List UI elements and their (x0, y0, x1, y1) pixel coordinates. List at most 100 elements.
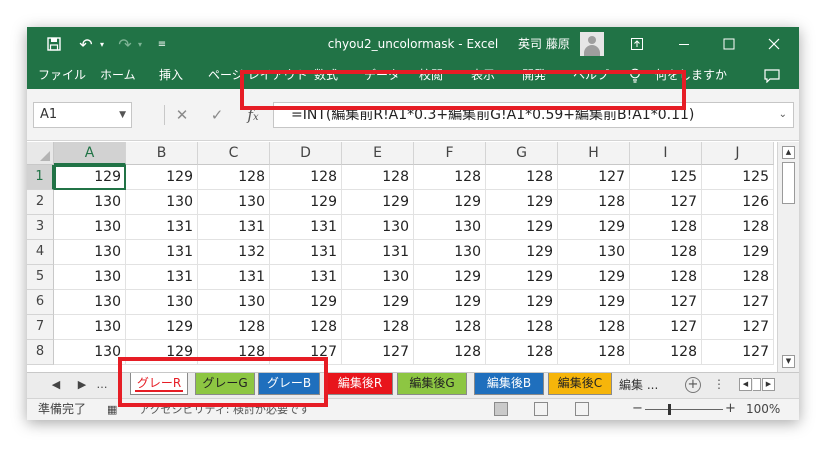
column-header-f[interactable]: F (414, 142, 486, 165)
redo-icon[interactable]: ↷ (115, 27, 135, 61)
column-header-a[interactable]: A (54, 142, 126, 165)
cell-a2[interactable]: 130 (54, 190, 126, 215)
user-avatar[interactable] (580, 32, 604, 56)
cell-h6[interactable]: 129 (558, 290, 630, 315)
save-icon[interactable] (44, 27, 64, 61)
cell-a5[interactable]: 130 (54, 265, 126, 290)
cell-g4[interactable]: 129 (486, 240, 558, 265)
name-box[interactable]: A1 ▼ (33, 102, 132, 128)
undo-icon[interactable]: ↶ (75, 27, 97, 61)
cell-e2[interactable]: 129 (342, 190, 414, 215)
ribbon-display-options-icon[interactable] (627, 27, 647, 61)
cell-d8[interactable]: 127 (270, 340, 342, 365)
minimize-icon[interactable] (672, 27, 696, 61)
sheet-tab-2[interactable]: グレーG (195, 373, 255, 395)
vertical-scrollbar[interactable]: ▲ ▼ (777, 142, 799, 372)
tab-data[interactable]: データ (364, 61, 400, 89)
cell-d3[interactable]: 131 (270, 215, 342, 240)
tab-formulas[interactable]: 数式 (314, 61, 338, 89)
cell-b3[interactable]: 131 (126, 215, 198, 240)
cell-f1[interactable]: 128 (414, 165, 486, 190)
zoom-slider-thumb[interactable] (668, 404, 671, 415)
row-header-7[interactable]: 7 (27, 315, 54, 340)
hscroll-left-icon[interactable]: ◀ (739, 378, 752, 391)
tab-insert[interactable]: 挿入 (159, 61, 183, 89)
cell-i6[interactable]: 127 (630, 290, 702, 315)
row-header-5[interactable]: 5 (27, 265, 54, 290)
name-box-dropdown-icon[interactable]: ▼ (119, 103, 126, 127)
column-header-g[interactable]: G (486, 142, 558, 165)
user-name[interactable]: 英司 藤原 (518, 27, 570, 61)
sheet-tab-1[interactable]: グレーR (130, 373, 188, 395)
select-all-corner[interactable] (27, 142, 54, 165)
insert-function-icon[interactable]: fx (242, 102, 264, 128)
cell-c7[interactable]: 128 (198, 315, 270, 340)
close-icon[interactable] (762, 27, 786, 61)
cell-h1[interactable]: 127 (558, 165, 630, 190)
cell-a8[interactable]: 130 (54, 340, 126, 365)
cell-a4[interactable]: 130 (54, 240, 126, 265)
tab-developer[interactable]: 開発 (522, 61, 546, 89)
cell-f3[interactable]: 130 (414, 215, 486, 240)
accessibility-status[interactable]: アクセシビリティ: 検討が必要です (139, 399, 310, 420)
formula-input[interactable]: =INT(編集前R!A1*0.3+編集前G!A1*0.59+編集前B!A1*0.… (273, 102, 794, 128)
row-header-3[interactable]: 3 (27, 215, 54, 240)
row-header-2[interactable]: 2 (27, 190, 54, 215)
zoom-slider[interactable] (645, 409, 723, 410)
cell-j1[interactable]: 125 (702, 165, 774, 190)
cell-j2[interactable]: 126 (702, 190, 774, 215)
tab-scroll-left-icon[interactable]: ◀ (49, 373, 63, 397)
cell-c1[interactable]: 128 (198, 165, 270, 190)
cell-e5[interactable]: 130 (342, 265, 414, 290)
tab-review[interactable]: 校閲 (419, 61, 443, 89)
scroll-up-icon[interactable]: ▲ (782, 146, 795, 159)
tab-split-handle-icon[interactable]: ⋮ (713, 373, 725, 397)
cancel-icon[interactable]: ✕ (172, 102, 192, 128)
tell-me-search[interactable]: 何をしますか (655, 61, 727, 89)
cell-c8[interactable]: 128 (198, 340, 270, 365)
customize-toolbar-icon[interactable]: ≡ (155, 27, 169, 61)
sheet-tab-7[interactable]: 編集後C (548, 373, 612, 395)
cell-b4[interactable]: 131 (126, 240, 198, 265)
cell-d6[interactable]: 129 (270, 290, 342, 315)
column-header-h[interactable]: H (558, 142, 630, 165)
row-header-6[interactable]: 6 (27, 290, 54, 315)
undo-dropdown-icon[interactable]: ▾ (96, 27, 108, 61)
column-header-e[interactable]: E (342, 142, 414, 165)
redo-dropdown-icon[interactable]: ▾ (134, 27, 146, 61)
page-break-view-icon[interactable] (575, 402, 589, 416)
cell-c5[interactable]: 131 (198, 265, 270, 290)
cell-a3[interactable]: 130 (54, 215, 126, 240)
cell-j4[interactable]: 129 (702, 240, 774, 265)
scroll-down-icon[interactable]: ▼ (782, 355, 795, 368)
tab-home[interactable]: ホーム (100, 61, 136, 89)
cell-j7[interactable]: 127 (702, 315, 774, 340)
cell-g2[interactable]: 129 (486, 190, 558, 215)
tab-help[interactable]: ヘルプ (573, 61, 609, 89)
row-header-1[interactable]: 1 (27, 165, 54, 190)
row-header-8[interactable]: 8 (27, 340, 54, 365)
cell-e1[interactable]: 128 (342, 165, 414, 190)
cell-c3[interactable]: 131 (198, 215, 270, 240)
sheet-tab-5[interactable]: 編集後G (397, 373, 467, 395)
cell-f8[interactable]: 128 (414, 340, 486, 365)
cell-f4[interactable]: 130 (414, 240, 486, 265)
cell-b2[interactable]: 130 (126, 190, 198, 215)
cell-h2[interactable]: 128 (558, 190, 630, 215)
column-header-d[interactable]: D (270, 142, 342, 165)
cell-g5[interactable]: 129 (486, 265, 558, 290)
cell-e4[interactable]: 131 (342, 240, 414, 265)
zoom-out-icon[interactable]: − (632, 399, 643, 419)
cell-g8[interactable]: 128 (486, 340, 558, 365)
cell-j8[interactable]: 127 (702, 340, 774, 365)
cell-g1[interactable]: 128 (486, 165, 558, 190)
cell-b7[interactable]: 129 (126, 315, 198, 340)
cell-f2[interactable]: 129 (414, 190, 486, 215)
cell-i8[interactable]: 128 (630, 340, 702, 365)
zoom-level[interactable]: 100% (746, 399, 780, 420)
cell-h4[interactable]: 130 (558, 240, 630, 265)
sheet-tab-6[interactable]: 編集後B (474, 373, 544, 395)
tab-scroll-more-icon[interactable]: … (95, 373, 109, 397)
cell-g3[interactable]: 129 (486, 215, 558, 240)
cell-d2[interactable]: 129 (270, 190, 342, 215)
